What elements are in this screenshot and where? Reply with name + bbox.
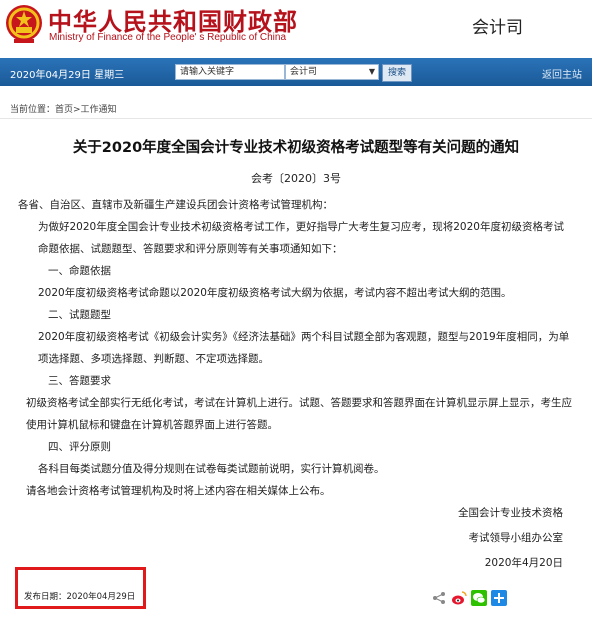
weibo-icon[interactable] [451,590,467,606]
publish-date: 发布日期：2020年04月29日 [24,592,136,602]
section-heading: 四、评分原则 [48,441,111,453]
share-icon[interactable] [431,590,447,606]
department-select-value: 会计司 [290,67,318,77]
section-heading: 一、命题依据 [48,265,111,277]
search-input[interactable]: 请输入关键字 [175,64,285,80]
search-button[interactable]: 搜索 [382,64,412,82]
chevron-down-icon: ▼ [368,67,375,76]
signature-organization: 全国会计专业技术资格 [458,507,563,519]
return-home-link[interactable]: 返回主站 [542,66,582,81]
signature-office: 考试领导小组办公室 [468,532,564,544]
section-paragraph: 初级资格考试全部实行无纸化考试，考试在计算机上进行。试题、答题要求和答题界面在计… [26,397,572,431]
section-heading: 二、试题题型 [48,309,111,321]
article-title: 关于2020年度全国会计专业技术初级资格考试题型等有关问题的通知 [72,140,520,156]
nav-bar: 2020年04月29日 星期三 请输入关键字 会计司 ▼ 搜索 返回主站 [0,58,592,86]
add-more-icon[interactable] [491,590,507,606]
salutation: 各省、自治区、直辖市及新疆生产建设兵团会计资格考试管理机构： [18,199,333,211]
article-body: 各省、自治区、直辖市及新疆生产建设兵团会计资格考试管理机构： 为做好2020年度… [18,194,573,502]
site-title-english: Ministry of Finance of the People' s Rep… [49,32,287,43]
department-name: 会计司 [472,18,523,38]
closing-paragraph: 请各地会计资格考试管理机构及时将上述内容在相关媒体上公布。 [26,485,331,497]
intro-paragraph: 为做好2020年度全国会计专业技术初级资格考试工作，更好指导广大考生复习应考，现… [38,221,564,255]
wechat-icon[interactable] [471,590,487,606]
publish-date-highlight [15,567,146,609]
site-header: 中华人民共和国财政部 Ministry of Finance of the Pe… [0,0,592,58]
section-paragraph: 2020年度初级资格考试命题以2020年度初级资格考试大纲为依据，考试内容不超出… [38,287,512,299]
section-heading: 三、答题要求 [48,375,111,387]
breadcrumb[interactable]: 当前位置：首页>工作通知 [10,102,117,115]
department-select[interactable]: 会计司 ▼ [285,64,379,80]
divider [0,118,592,119]
national-emblem-icon [6,5,42,43]
current-date: 2020年04月29日 星期三 [10,70,125,81]
section-paragraph: 2020年度初级资格考试《初级会计实务》《经济法基础》两个科目试题全部为客观题，… [38,331,570,365]
signature-date: 2020年4月20日 [484,557,563,569]
section-paragraph: 各科目每类试题分值及得分规则在试卷每类试题前说明，实行计算机阅卷。 [38,463,385,475]
document-number: 会考〔2020〕3号 [251,172,341,185]
